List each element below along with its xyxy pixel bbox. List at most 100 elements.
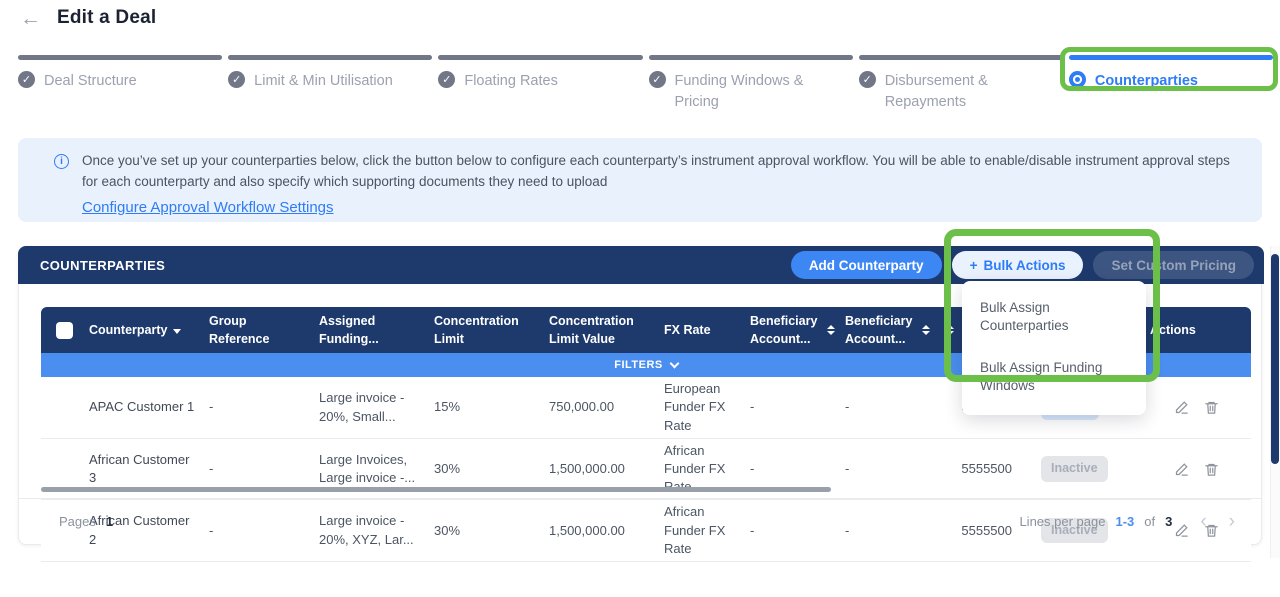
column-label: Concentration Limit — [434, 312, 539, 348]
column-label: Assigned Funding... — [319, 312, 424, 348]
cell-counterparty: African Customer 3 — [85, 448, 205, 490]
table-column-header[interactable]: Beneficiary Account... — [841, 307, 936, 353]
edit-icon[interactable] — [1174, 462, 1189, 477]
horizontal-scrollbar[interactable] — [41, 487, 831, 492]
panel-title: COUNTERPARTIES — [40, 258, 165, 273]
delete-icon[interactable] — [1204, 400, 1219, 415]
rows-range: 1-3 — [1115, 514, 1134, 529]
cell-beneficiary-account-1: - — [746, 457, 841, 481]
column-label: Group Reference — [209, 312, 309, 348]
stepper-step[interactable]: ✓ Counterparties — [1069, 55, 1273, 113]
bulk-actions-label: Bulk Actions — [983, 258, 1065, 273]
step-label: Limit & Min Utilisation — [254, 71, 393, 92]
column-label: Concentration Limit Value — [549, 312, 654, 348]
select-all-checkbox[interactable] — [56, 322, 73, 339]
table-column-header[interactable]: Concentration Limit — [430, 307, 545, 353]
cell-concentration-limit: 30% — [430, 457, 545, 481]
back-arrow-icon[interactable]: ← — [20, 8, 41, 29]
table-column-header[interactable]: Beneficiary Account... — [746, 307, 841, 353]
cell-concentration-limit-value: 750,000.00 — [545, 395, 660, 419]
add-counterparty-button[interactable]: Add Counterparty — [791, 251, 942, 279]
cell-assigned-funding: Large Invoices, Large invoice -... — [315, 448, 430, 490]
cell-beneficiary-account-1: - — [746, 395, 841, 419]
step-label: Funding Windows & Pricing — [675, 71, 839, 113]
set-custom-pricing-button[interactable]: Set Custom Pricing — [1093, 251, 1254, 279]
stepper: ✓ Deal Structure ✓ Limit & Min Utilisati… — [18, 55, 1273, 113]
step-progress-bar — [1069, 55, 1273, 60]
page-header: ← Edit a Deal — [20, 7, 156, 29]
step-label: Disbursement & Repayments — [885, 71, 1049, 113]
table-column-header[interactable]: Actions — [1146, 316, 1251, 344]
dropdown-menu-item[interactable]: Bulk Assign Funding Windows — [962, 346, 1146, 406]
plus-icon: + — [970, 258, 978, 273]
rows-total: 3 — [1165, 514, 1172, 529]
bulk-actions-dropdown: Bulk Assign Counterparties Bulk Assign F… — [962, 281, 1146, 415]
info-icon: i — [54, 154, 69, 169]
stepper-step[interactable]: ✓ Limit & Min Utilisation — [228, 55, 432, 113]
bulk-actions-button[interactable]: + Bulk Actions — [952, 251, 1084, 279]
cell-account-number: 5555500 — [936, 457, 1028, 481]
stepper-step[interactable]: ✓ Floating Rates — [438, 55, 642, 113]
pagination-footer: Pages 1 Lines per page 1-3 of 3 ‹ › — [19, 498, 1261, 544]
stepper-step[interactable]: ✓ Deal Structure — [18, 55, 222, 113]
cell-counterparty: APAC Customer 1 — [85, 395, 205, 419]
counterparties-panel-bar: COUNTERPARTIES Add Counterparty + Bulk A… — [18, 246, 1264, 284]
table-column-header[interactable] — [41, 317, 85, 344]
column-label: Beneficiary Account... — [845, 312, 916, 348]
of-label: of — [1144, 514, 1155, 529]
table-column-header[interactable]: FX Rate — [660, 316, 746, 344]
next-page-icon[interactable]: › — [1229, 512, 1235, 531]
current-page[interactable]: 1 — [106, 514, 113, 529]
cell-group-reference: - — [205, 457, 315, 481]
cell-beneficiary-account-2: - — [841, 395, 936, 419]
info-banner: i Once you’ve set up your counterparties… — [18, 138, 1262, 222]
step-progress-bar — [18, 55, 222, 60]
delete-icon[interactable] — [1204, 462, 1219, 477]
step-label: Counterparties — [1095, 71, 1198, 92]
column-label: Beneficiary Account... — [750, 312, 821, 348]
banner-text: Once you’ve set up your counterparties b… — [82, 150, 1234, 192]
sort-icon[interactable] — [922, 325, 930, 335]
step-progress-bar — [649, 55, 853, 60]
pages-label: Pages — [59, 514, 96, 529]
column-label: Counterparty — [89, 321, 167, 339]
radio-active-icon — [1069, 71, 1086, 88]
caret-down-icon — [173, 329, 181, 334]
stepper-step[interactable]: ✓ Funding Windows & Pricing — [649, 55, 853, 113]
page-title: Edit a Deal — [57, 7, 156, 29]
vertical-scrollbar[interactable] — [1271, 254, 1279, 464]
configure-approval-workflow-link[interactable]: Configure Approval Workflow Settings — [82, 199, 334, 216]
status-badge: Inactive — [1041, 456, 1108, 482]
dropdown-menu-item[interactable]: Bulk Assign Counterparties — [962, 286, 1146, 346]
column-label: FX Rate — [664, 321, 711, 339]
step-progress-bar — [859, 55, 1063, 60]
check-circle-icon: ✓ — [18, 71, 35, 88]
table-column-header[interactable]: Concentration Limit Value — [545, 307, 660, 353]
cell-beneficiary-account-2: - — [841, 457, 936, 481]
edit-icon[interactable] — [1174, 400, 1189, 415]
check-circle-icon: ✓ — [228, 71, 245, 88]
sort-icon[interactable] — [827, 325, 835, 335]
check-circle-icon: ✓ — [438, 71, 455, 88]
previous-page-icon[interactable]: ‹ — [1200, 512, 1206, 531]
cell-assigned-funding: Large invoice - 20%, Small... — [315, 386, 430, 428]
cell-fx-rate: European Funder FX Rate — [660, 377, 746, 438]
step-progress-bar — [438, 55, 642, 60]
lines-per-page-label: Lines per page — [1019, 514, 1105, 529]
step-progress-bar — [228, 55, 432, 60]
step-label: Floating Rates — [464, 71, 558, 92]
filters-label: FILTERS — [614, 359, 663, 371]
cell-group-reference: - — [205, 395, 315, 419]
table-column-header[interactable]: Group Reference — [205, 307, 315, 353]
column-label: Actions — [1150, 321, 1196, 339]
table-column-header[interactable]: Assigned Funding... — [315, 307, 430, 353]
cell-concentration-limit: 15% — [430, 395, 545, 419]
cell-concentration-limit-value: 1,500,000.00 — [545, 457, 660, 481]
check-circle-icon: ✓ — [859, 71, 876, 88]
chevron-down-icon — [669, 358, 679, 368]
table-column-header[interactable]: Counterparty — [85, 316, 205, 344]
check-circle-icon: ✓ — [649, 71, 666, 88]
step-label: Deal Structure — [44, 71, 137, 92]
sort-icon[interactable] — [946, 325, 954, 335]
stepper-step[interactable]: ✓ Disbursement & Repayments — [859, 55, 1063, 113]
